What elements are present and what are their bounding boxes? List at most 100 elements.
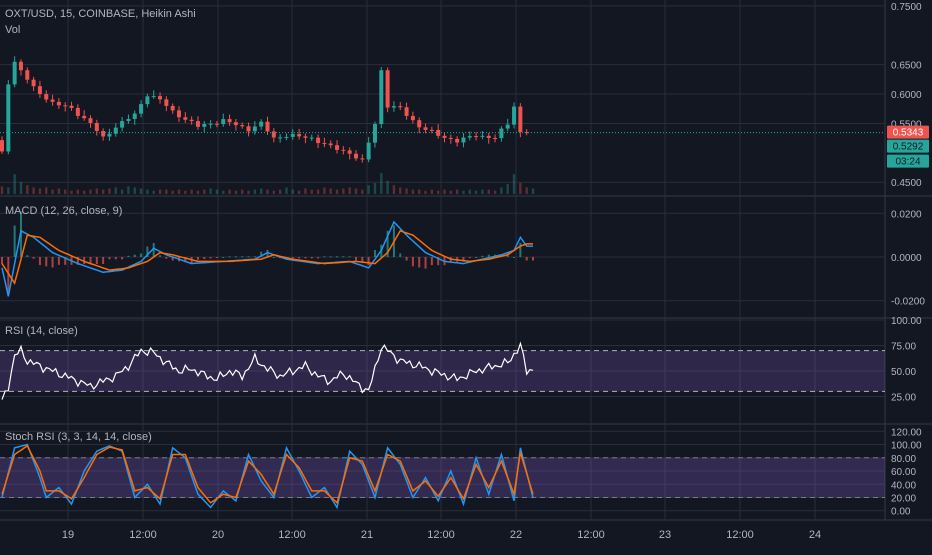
candle-body [505,124,510,129]
volume-bar [335,189,339,194]
volume-bar [247,190,250,194]
candle-body [366,142,371,160]
volume-bar [519,183,522,194]
macd-histogram-bar [348,256,351,258]
macd-histogram-bar [329,256,332,258]
macd-histogram-bar [32,257,35,259]
candle-body [0,140,4,152]
macd-histogram-bar [26,255,29,257]
volume-bar [215,189,219,194]
volume-bar [19,181,23,194]
last-price-badge-text: 0.5343 [893,128,924,139]
macd-histogram-bar [228,256,231,258]
volume-bar [316,189,320,194]
volume-bar [323,187,326,194]
macd-histogram-bar [487,254,490,257]
volume-bar [45,187,48,194]
candle-body [170,105,175,111]
time-tick-label: 12:00 [427,529,455,541]
candle-body [233,122,238,126]
candle-body [18,61,23,71]
price-scale[interactable]: 0.75000.65000.60000.55000.45000.53430.52… [887,2,929,518]
volume-bar [184,190,187,194]
macd-histogram-bar [51,257,54,268]
candle-body [455,138,460,143]
volume-bar [57,188,61,194]
macd-histogram-bar [114,257,117,260]
macd-histogram-bar [45,257,48,267]
candle-body [461,137,466,143]
candle-body [404,107,409,116]
chart-canvas[interactable]: 0.75000.65000.60000.55000.45000.53430.52… [0,0,932,550]
macd-histogram-bar [108,257,111,260]
candle-body [354,153,358,159]
time-tick-label: 12:00 [278,529,306,541]
volume-bar [392,185,396,194]
candle-body [347,150,352,154]
volume-bar [82,190,86,194]
volume-bar [253,189,257,194]
stoch-tick-label: 80.00 [891,454,916,465]
candle-body [164,99,169,106]
time-tick-label: 24 [809,529,821,541]
price-pane[interactable] [0,56,885,194]
volume-bar [209,188,212,194]
macd-histogram-bar [272,257,275,258]
macd-histogram-bar [140,253,143,257]
candle-body [486,135,491,138]
volume-bar [203,189,206,194]
macd-histogram-bar [298,257,301,259]
macd-pane[interactable] [1,211,534,297]
trading-chart[interactable]: 0.7500 0.6500 0.6000 0.5500 0.4500 0.5343 0.52… [0,0,932,550]
volume-bar [234,190,238,194]
macd-histogram-bar [215,257,218,258]
volume-bar [462,190,465,194]
macd-histogram-bar [241,256,244,258]
volume-bar [436,190,440,194]
macd-histogram-bar [247,256,250,258]
volume-bar [411,189,415,194]
rsi-pane[interactable] [0,341,885,400]
candle-body [189,119,194,122]
candle-body [398,106,403,108]
volume-bar [525,187,528,194]
candle-body [322,143,327,145]
candle-body [37,86,42,95]
volume-bar [51,189,54,194]
price-tick-label: 0.4500 [891,178,922,189]
volume-bar [76,189,80,194]
candle-body [75,107,80,116]
time-tick-label: 12:00 [577,529,605,541]
time-scale[interactable]: 19 12:00 20 12:00 21 12:00 22 12:00 23 12:00 24 [62,529,821,541]
volume-bar [399,187,402,194]
volume-bar [64,189,67,194]
volume-bar [487,189,490,194]
macd-histogram-bar [1,257,3,264]
volume-bar [380,173,383,194]
candle-body [265,121,270,132]
volume-bar [0,186,4,194]
candle-body [360,158,365,160]
candle-body [183,117,188,120]
candle-body [208,123,213,125]
macd-histogram-bar [203,257,206,260]
macd-histogram-bar [405,257,408,261]
candle-body [63,105,68,107]
countdown-badge-text: 03:24 [895,157,920,168]
volume-bar [152,190,155,194]
volume-bar [506,184,509,194]
volume-bar [89,189,92,194]
volume-bar [127,186,130,194]
stoch-tick-label: 20.00 [891,493,916,504]
volume-bar [481,189,484,194]
volume-bar [310,189,313,194]
candle-body [227,119,232,123]
rsi-tick-label: 25.00 [891,393,916,404]
volume-bar [342,188,345,194]
macd-histogram-bar [475,257,478,258]
volume-bar [468,189,471,194]
volume-bar [430,189,434,194]
candle-body [341,149,346,151]
candle-body [335,145,340,150]
candle-body [252,126,257,132]
